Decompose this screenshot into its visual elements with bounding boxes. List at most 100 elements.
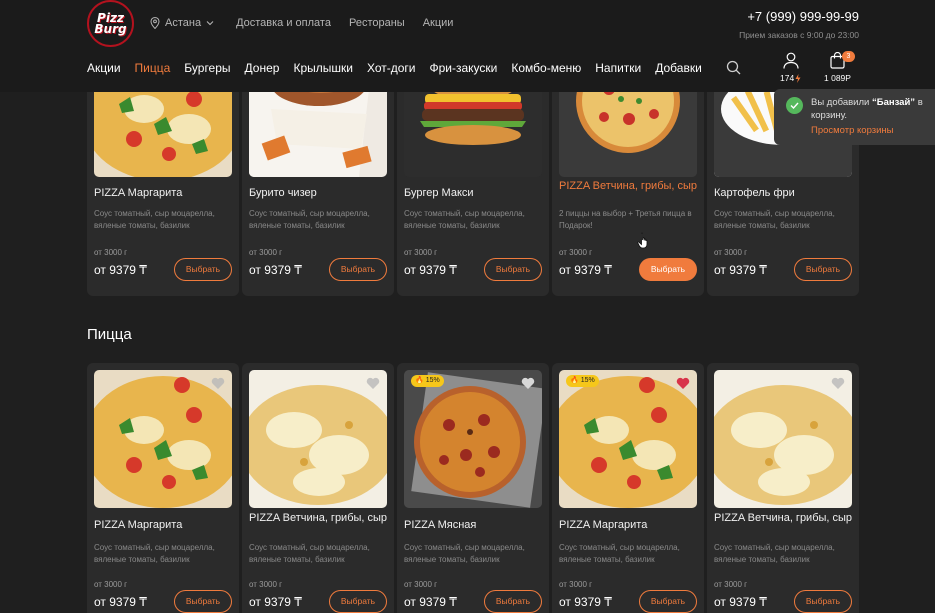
- nav-item-combo[interactable]: Комбо-меню: [511, 61, 581, 75]
- product-title[interactable]: PIZZA Мясная: [404, 518, 544, 532]
- product-price: от 9379 ₸: [249, 595, 302, 609]
- discount-badge: 🔥 15%: [411, 375, 444, 387]
- select-button[interactable]: Выбрать: [639, 258, 697, 281]
- product-weight: от 3000 г: [249, 248, 283, 257]
- product-card[interactable]: PIZZA Маргарита Соус томатный, сыр моцар…: [87, 60, 239, 296]
- favorite-heart-icon[interactable]: [211, 377, 225, 390]
- product-title[interactable]: PIZZA Маргарита: [94, 186, 234, 200]
- nav-item-doner[interactable]: Донер: [245, 61, 280, 75]
- search-icon[interactable]: [726, 60, 741, 75]
- product-weight: от 3000 г: [404, 248, 438, 257]
- product-description: Соус томатный, сыр моцарелла, вяленые то…: [404, 209, 525, 230]
- phone-number[interactable]: +7 (999) 999-99-99: [747, 9, 859, 24]
- product-weight: от 3000 г: [404, 580, 438, 589]
- product-weight: от 3000 г: [559, 248, 593, 257]
- product-weight: от 3000 г: [94, 580, 128, 589]
- link-delivery[interactable]: Доставка и оплата: [236, 17, 331, 29]
- select-button[interactable]: Выбрать: [639, 590, 697, 613]
- product-card[interactable]: PIZZA Ветчина, грибы, сыр 2 пиццы на выб…: [552, 60, 704, 296]
- product-card[interactable]: 🔥 15% PIZZA Маргарита Соус томатный, сыр …: [552, 363, 704, 613]
- product-title[interactable]: PIZZA Ветчина, грибы, сыр: [249, 511, 389, 525]
- section-title: Пицца: [87, 326, 132, 343]
- logo[interactable]: Pizz Burg: [87, 0, 134, 47]
- nav-item-wings[interactable]: Крылышки: [293, 61, 353, 75]
- added-to-cart-toast: Вы добавили “Банзай” в корзину. Просмотр…: [774, 89, 935, 145]
- link-restaurants[interactable]: Рестораны: [349, 17, 405, 29]
- fire-icon: 🔥: [570, 377, 579, 384]
- favorite-heart-icon-active[interactable]: [676, 377, 690, 390]
- product-title[interactable]: PIZZA Маргарита: [94, 518, 234, 532]
- favorite-heart-icon[interactable]: [831, 377, 845, 390]
- product-card[interactable]: Бургер Макси Соус томатный, сыр моцарелл…: [397, 60, 549, 296]
- nav-item-snacks[interactable]: Фри-закуски: [430, 61, 498, 75]
- product-title[interactable]: Картофель фри: [714, 186, 854, 200]
- city-selector[interactable]: Астана: [150, 17, 214, 29]
- product-price: от 9379 ₸: [559, 263, 612, 277]
- toast-item: “Банзай”: [871, 97, 916, 108]
- product-card[interactable]: Бурито чизер Соус томатный, сыр моцарелл…: [242, 60, 394, 296]
- product-price: от 9379 ₸: [714, 263, 767, 277]
- product-image-pizza-ham: [714, 370, 852, 508]
- logo-line-2: Burg: [94, 21, 127, 36]
- product-weight: от 3000 г: [559, 580, 593, 589]
- nav-item-burgers[interactable]: Бургеры: [184, 61, 230, 75]
- product-description: Соус томатный, сыр моцарелла, вяленые то…: [94, 209, 215, 230]
- lightning-icon: [795, 73, 801, 83]
- product-title[interactable]: PIZZA Ветчина, грибы, сыр: [559, 179, 699, 193]
- select-button[interactable]: Выбрать: [794, 590, 852, 613]
- view-cart-link[interactable]: Просмотр корзины: [811, 125, 894, 136]
- product-weight: от 3000 г: [714, 580, 748, 589]
- product-description: Соус томатный, сыр моцарелла, вяленые то…: [714, 543, 835, 564]
- nav-item-extras[interactable]: Добавки: [655, 61, 702, 75]
- nav-item-drinks[interactable]: Напитки: [595, 61, 641, 75]
- product-price: от 9379 ₸: [559, 595, 612, 609]
- nav-item-promotions[interactable]: Акции: [87, 61, 121, 75]
- user-points: 174: [780, 73, 801, 83]
- select-button[interactable]: Выбрать: [484, 258, 542, 281]
- product-card[interactable]: PIZZA Ветчина, грибы, сыр Соус томатный,…: [707, 363, 859, 613]
- product-image-pizza-meat: 🔥 15%: [404, 370, 542, 508]
- product-weight: от 3000 г: [249, 580, 283, 589]
- nav-item-hotdogs[interactable]: Хот-доги: [367, 61, 416, 75]
- product-weight: от 3000 г: [714, 248, 748, 257]
- product-description: 2 пиццы на выбор + Третья пицца в Подаро…: [559, 209, 692, 230]
- product-price: от 9379 ₸: [94, 263, 147, 277]
- select-button[interactable]: Выбрать: [329, 590, 387, 613]
- select-button[interactable]: Выбрать: [794, 258, 852, 281]
- select-button[interactable]: Выбрать: [484, 590, 542, 613]
- product-title[interactable]: Бургер Макси: [404, 186, 544, 200]
- discount-badge-label: 15%: [425, 377, 440, 384]
- discount-badge: 🔥 15%: [566, 375, 599, 387]
- product-card[interactable]: PIZZA Ветчина, грибы, сыр Соус томатный,…: [242, 363, 394, 613]
- select-button[interactable]: Выбрать: [329, 258, 387, 281]
- check-icon: [786, 97, 803, 114]
- chevron-down-icon: [206, 21, 214, 26]
- favorite-heart-icon[interactable]: [521, 377, 535, 390]
- product-description: Соус томатный, сыр моцарелла, вяленые то…: [559, 543, 680, 564]
- select-button[interactable]: Выбрать: [174, 258, 232, 281]
- product-title[interactable]: Бурито чизер: [249, 186, 389, 200]
- favorite-heart-icon[interactable]: [366, 377, 380, 390]
- cart-total: 1 089Р: [824, 73, 851, 83]
- top-nav: Астана Доставка и оплата Рестораны Акции: [150, 17, 471, 29]
- category-nav: Акции Пицца Бургеры Донер Крылышки Хот-д…: [87, 61, 716, 75]
- product-image-pizza: 🔥 15%: [559, 370, 697, 508]
- product-title[interactable]: PIZZA Ветчина, грибы, сыр: [714, 511, 854, 525]
- product-price: от 9379 ₸: [404, 263, 457, 277]
- product-price: от 9379 ₸: [94, 595, 147, 609]
- product-weight: от 3000 г: [94, 248, 128, 257]
- product-card[interactable]: 🔥 15% PIZZA Мясная Соус томатный, сыр моц…: [397, 363, 549, 613]
- product-title[interactable]: PIZZA Маргарита: [559, 518, 699, 532]
- product-description: Соус томатный, сыр моцарелла, вяленые то…: [714, 209, 835, 230]
- cart-count-badge: 3: [842, 51, 855, 62]
- nav-item-pizza[interactable]: Пицца: [135, 61, 171, 75]
- product-card[interactable]: PIZZA Маргарита Соус томатный, сыр моцар…: [87, 363, 239, 613]
- order-hours: Прием заказов с 9:00 до 23:00: [739, 30, 859, 40]
- select-button[interactable]: Выбрать: [174, 590, 232, 613]
- toast-message: Вы добавили “Банзай” в корзину.: [811, 96, 935, 122]
- user-icon[interactable]: [783, 52, 799, 69]
- link-promotions[interactable]: Акции: [423, 17, 454, 29]
- user-points-value: 174: [780, 73, 795, 83]
- product-image-pizza: [94, 370, 232, 508]
- product-description: Соус томатный, сыр моцарелла, вяленые то…: [249, 543, 370, 564]
